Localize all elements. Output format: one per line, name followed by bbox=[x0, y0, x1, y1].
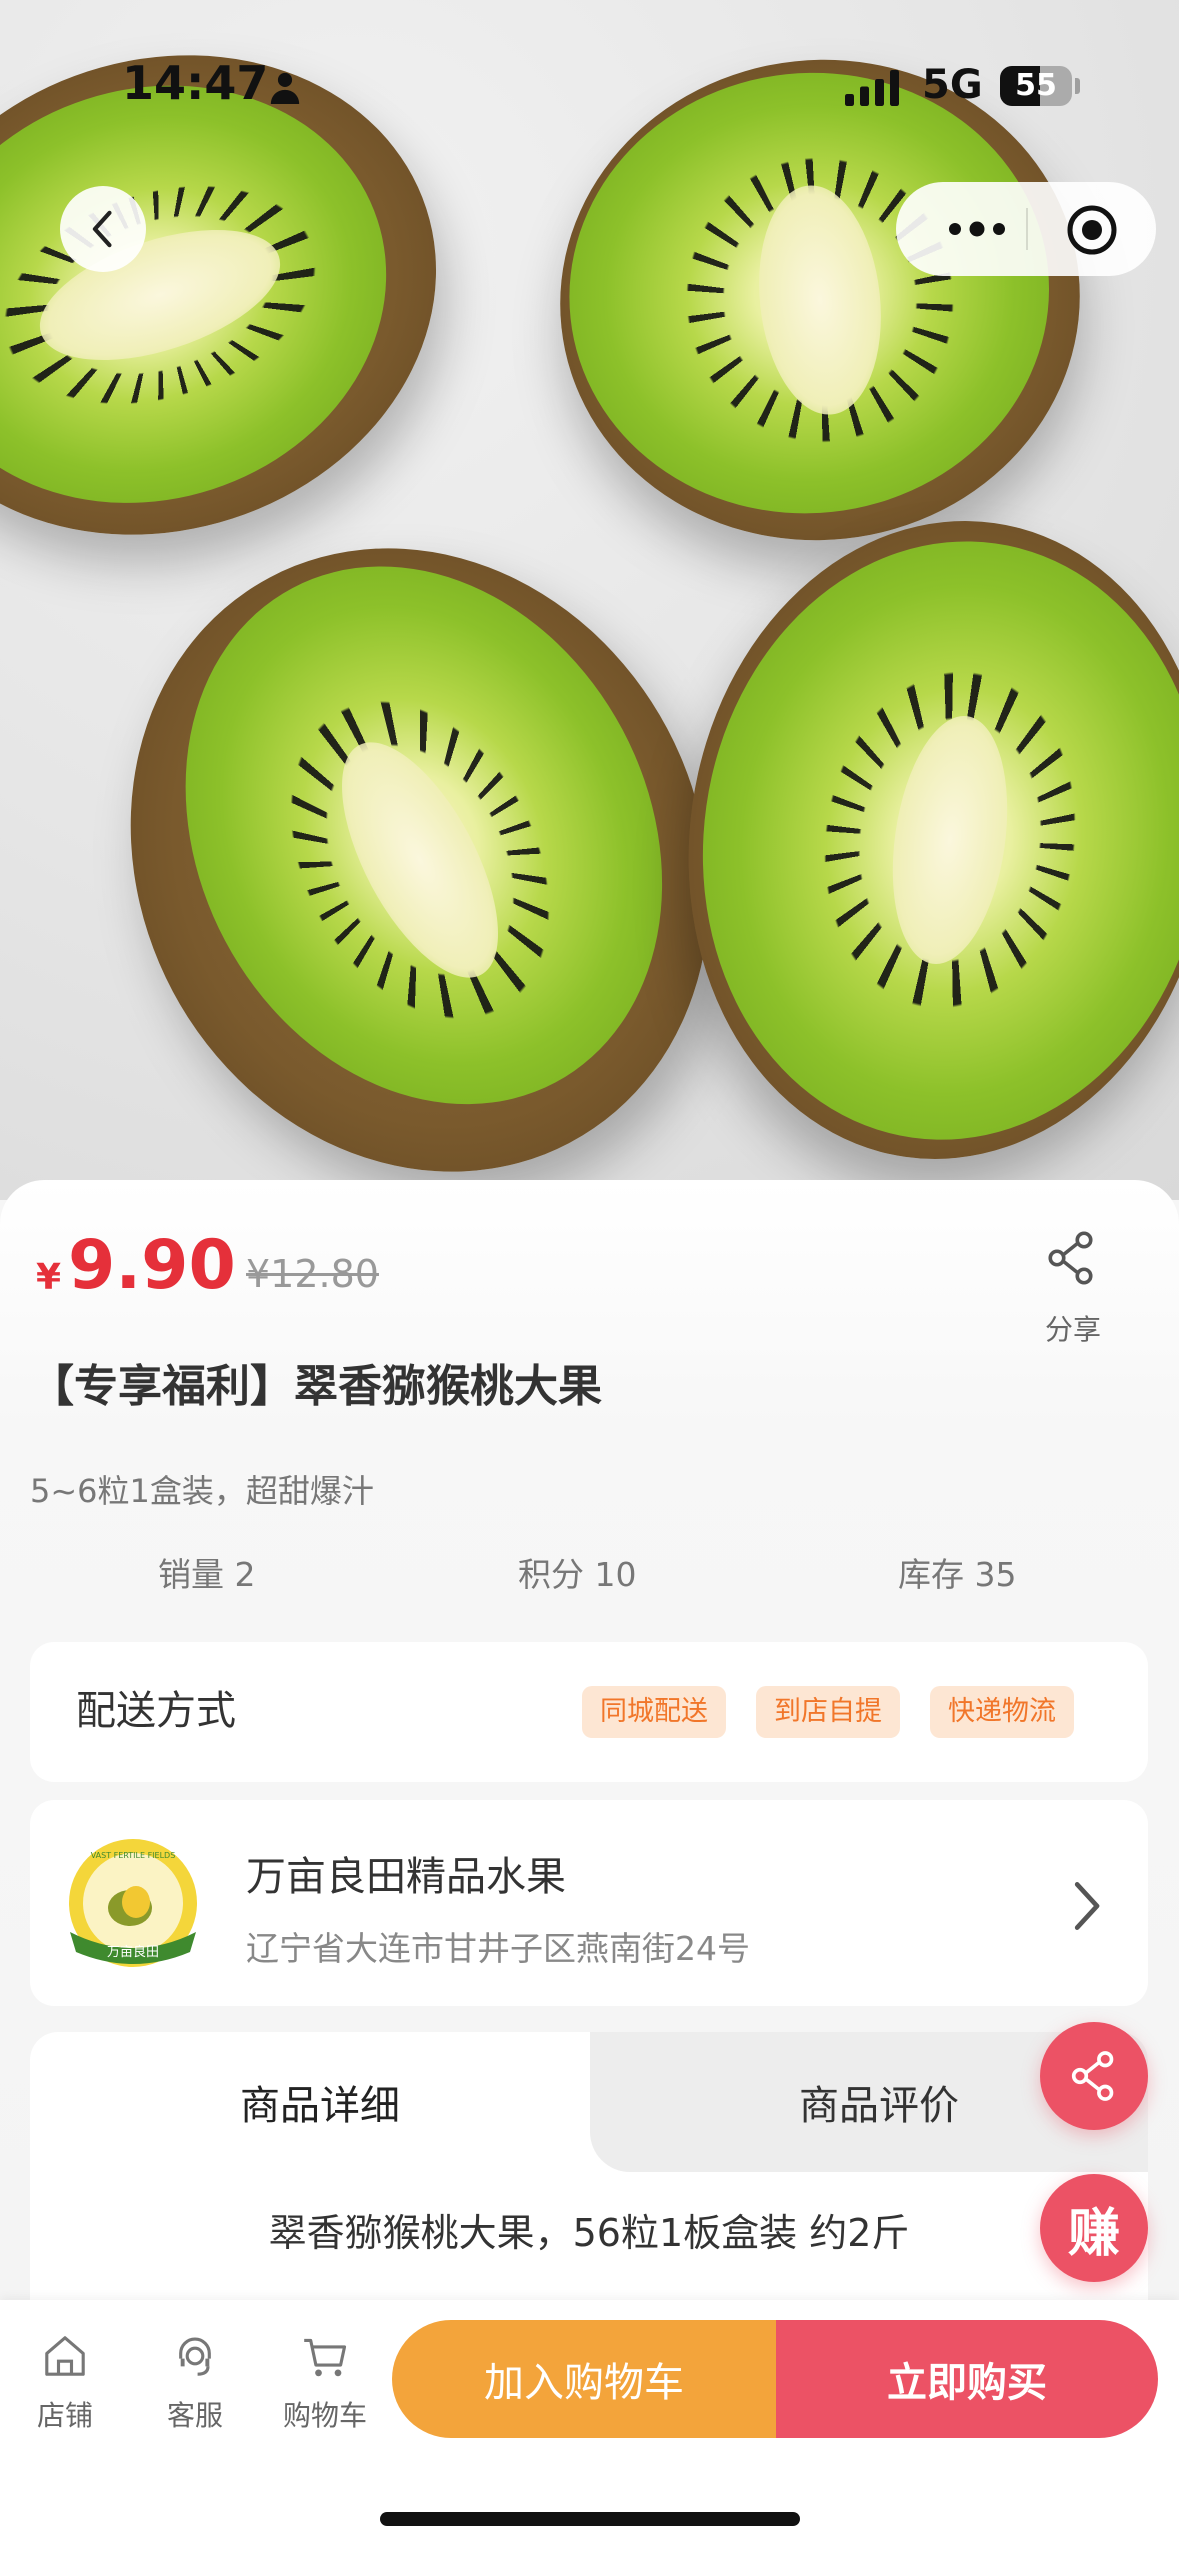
delivery-option-express[interactable]: 快递物流 bbox=[930, 1686, 1074, 1738]
buy-now-button[interactable]: 立即购买 bbox=[776, 2320, 1158, 2438]
status-time: 14:47 bbox=[122, 56, 269, 110]
battery-icon: 55 bbox=[1000, 66, 1072, 106]
currency-symbol: ¥ bbox=[36, 1257, 62, 1298]
share-label[interactable]: 分享 bbox=[1030, 1308, 1116, 1348]
nav-store-label: 店铺 bbox=[36, 2399, 93, 2432]
store-name: 万亩良田精品水果 bbox=[246, 1854, 566, 1900]
product-price: 9.90 bbox=[68, 1226, 236, 1305]
points-value: 积分 10 bbox=[518, 1555, 637, 1594]
store-address: 辽宁省大连市甘井子区燕南街24号 bbox=[246, 1929, 750, 1968]
cart-icon bbox=[304, 2338, 347, 2377]
store-section[interactable]: 万亩良田 VAST FERTILE FIELDS 万亩良田精品水果 辽宁省大连市… bbox=[30, 1800, 1148, 2006]
logo-text-top: VAST FERTILE FIELDS bbox=[91, 1851, 176, 1860]
tab-product-details[interactable]: 商品详细 bbox=[30, 2032, 610, 2172]
sales-count: 销量 2 bbox=[158, 1555, 256, 1594]
person-icon bbox=[270, 72, 300, 104]
logo-text-bottom: 万亩良田 bbox=[107, 1944, 159, 1960]
nav-cart-label: 购物车 bbox=[282, 2399, 367, 2432]
back-button[interactable] bbox=[60, 186, 146, 272]
nav-customer-service[interactable]: 客服 bbox=[140, 2330, 250, 2434]
delivery-section: 配送方式 同城配送 到店自提 快递物流 bbox=[30, 1642, 1148, 1782]
kiwi-half-image bbox=[647, 486, 1179, 1194]
product-tabs: 商品详细 商品评价 翠香猕猴桃大果，56粒1板盒装 约2斤 bbox=[30, 2032, 1148, 2302]
original-price: ¥12.80 bbox=[246, 1252, 379, 1296]
delivery-option-local[interactable]: 同城配送 bbox=[582, 1686, 726, 1738]
status-bar: 14:47 5G 55 bbox=[0, 0, 1179, 140]
home-indicator bbox=[380, 2512, 800, 2526]
customer-service-icon bbox=[179, 2337, 211, 2376]
product-subtitle: 5~6粒1盒装，超甜爆汁 bbox=[30, 1472, 374, 1510]
nav-customer-service-label: 客服 bbox=[166, 2399, 223, 2432]
product-title: 【专享福利】翠香猕猴桃大果 bbox=[30, 1361, 602, 1412]
battery-level: 55 bbox=[1015, 68, 1057, 103]
store-logo: 万亩良田 VAST FERTILE FIELDS bbox=[69, 1839, 197, 1967]
nav-store[interactable]: 店铺 bbox=[10, 2330, 120, 2434]
close-miniprogram-icon[interactable] bbox=[1064, 202, 1120, 258]
product-image[interactable] bbox=[0, 0, 1179, 1200]
store-icon bbox=[45, 2336, 85, 2376]
floating-share-button[interactable] bbox=[1040, 2022, 1148, 2130]
share-icon[interactable] bbox=[1042, 1228, 1102, 1288]
product-detail-page: 14:47 5G 55 ¥ 9.90 ¥12.80 分享 【专享福利】翠香猕猴桃… bbox=[0, 0, 1179, 2556]
more-button[interactable] bbox=[932, 212, 1022, 246]
nav-cart[interactable]: 购物车 bbox=[270, 2330, 380, 2434]
share-icon bbox=[1071, 2051, 1114, 2101]
more-dots-icon bbox=[949, 221, 1005, 237]
detail-text: 翠香猕猴桃大果，56粒1板盒装 约2斤 bbox=[268, 2211, 910, 2255]
add-to-cart-button[interactable]: 加入购物车 bbox=[392, 2320, 776, 2438]
chevron-right-icon bbox=[1074, 1882, 1100, 1930]
chevron-left-icon bbox=[92, 210, 112, 248]
signal-icon bbox=[845, 70, 899, 106]
stock-count: 库存 35 bbox=[898, 1555, 1017, 1594]
delivery-label: 配送方式 bbox=[76, 1688, 236, 1734]
network-type: 5G bbox=[922, 62, 983, 108]
mini-program-capsule bbox=[896, 182, 1156, 276]
delivery-option-pickup[interactable]: 到店自提 bbox=[756, 1686, 900, 1738]
earn-button[interactable]: 赚 bbox=[1040, 2174, 1148, 2282]
